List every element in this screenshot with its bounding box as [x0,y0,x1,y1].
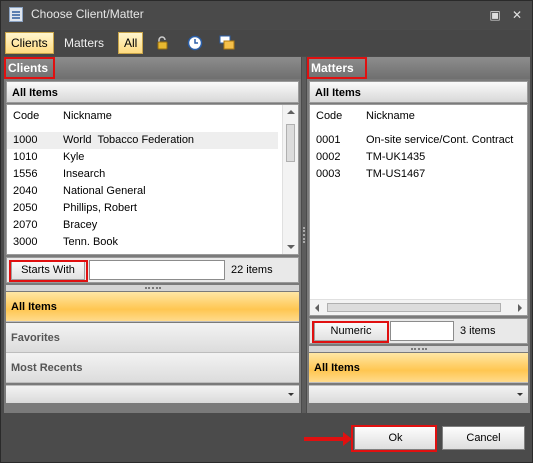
matters-list[interactable]: Code Nickname 0001 On-site service/Cont.… [309,104,528,316]
table-row[interactable]: 2070 Bracey [7,217,278,234]
table-row[interactable]: 1000 World Tobacco Federation [7,132,278,149]
document-list-icon [9,7,23,22]
matter-nickname: TM-UK1435 [366,151,426,163]
matters-horizontal-splitter[interactable] [309,346,528,352]
clients-nav-most-recents[interactable]: Most Recents [6,353,299,383]
matter-nickname: TM-US1467 [366,168,426,180]
client-code: 1556 [13,168,38,180]
ok-button-highlight [351,425,437,452]
clients-item-count: 22 items [231,264,273,276]
matter-code: 0001 [316,134,341,146]
client-code: 1000 [13,134,38,146]
table-row[interactable]: 3000 Tenn. Book [7,234,278,251]
nickname-column-header[interactable]: Nickname [63,110,112,122]
arrow-pointer-icon [304,432,352,446]
clients-header-highlight [4,57,55,79]
choose-client-matter-dialog: Choose Client/Matter ▣ ✕ Clients Matters… [0,0,533,463]
dialog-footer: Ok Cancel [3,415,530,461]
scroll-down-icon[interactable] [287,245,295,249]
client-nickname: National General [63,185,146,197]
all-toggle-button[interactable]: All [118,32,144,54]
clients-toggle-button[interactable]: Clients [5,32,54,54]
code-column-header[interactable]: Code [316,110,342,122]
scroll-up-icon[interactable] [287,110,295,114]
numeric-highlight [312,321,389,343]
panels-vertical-splitter[interactable] [302,57,306,413]
scroll-thumb[interactable] [327,303,501,312]
clients-nav-favorites[interactable]: Favorites [6,323,299,353]
clients-panel: Clients All Items Code Nickname 1000 Wor… [4,57,301,413]
clients-vertical-scrollbar[interactable] [282,105,298,254]
clients-horizontal-splitter[interactable] [6,285,299,291]
client-nickname: Phillips, Robert [63,202,137,214]
matters-header-highlight [307,57,367,79]
code-column-header[interactable]: Code [13,110,39,122]
matter-nickname: On-site service/Cont. Contract [366,134,514,146]
client-code: 2050 [13,202,38,214]
table-row[interactable]: 0001 On-site service/Cont. Contract [310,132,527,149]
matters-nav-footer[interactable] [309,385,528,403]
client-nickname: World Tobacco Federation [63,134,195,146]
matters-section-header: All Items [309,81,528,103]
table-row[interactable]: 1010 Kyle [7,149,278,166]
table-row[interactable]: 0003 TM-US1467 [310,166,527,183]
clients-nav-footer[interactable] [6,385,299,403]
client-code: 1010 [13,151,38,163]
matters-nav-all-items[interactable]: All Items [309,353,528,383]
client-nickname: Tenn. Book [63,236,119,248]
clients-column-header: Code Nickname [7,105,282,127]
matter-code: 0002 [316,151,341,163]
client-code: 3000 [13,236,38,248]
client-nickname: Insearch [63,168,106,180]
client-code: 2040 [13,185,38,197]
matters-horizontal-scrollbar[interactable] [310,299,527,315]
matters-panel: Matters All Items Code Nickname 0001 On-… [307,57,530,413]
clients-filter-input[interactable] [89,260,225,280]
window-title: Choose Client/Matter [31,7,144,21]
matters-item-count: 3 items [460,325,496,337]
matters-filter-input[interactable] [390,321,454,341]
client-nickname: Bracey [63,219,98,231]
matters-column-header: Code Nickname [310,105,527,127]
table-row[interactable]: 0002 TM-UK1435 [310,149,527,166]
scroll-thumb[interactable] [286,124,295,162]
table-row[interactable]: 1556 Insearch [7,166,278,183]
scroll-left-icon[interactable] [315,304,319,312]
matters-toggle-button[interactable]: Matters [58,32,110,54]
toolbar: Clients Matters All [3,30,530,56]
matter-code: 0003 [316,168,341,180]
table-row[interactable]: 2050 Phillips, Robert [7,200,278,217]
clients-nav-all-items[interactable]: All Items [6,292,299,322]
maximize-icon[interactable]: ▣ [487,7,503,23]
stacked-windows-icon[interactable] [219,35,235,51]
starts-with-highlight [9,260,88,282]
client-code: 2070 [13,219,38,231]
chevron-down-icon[interactable] [517,393,523,396]
clients-section-header: All Items [6,81,299,103]
title-bar: Choose Client/Matter ▣ ✕ [1,1,532,29]
chevron-down-icon[interactable] [288,393,294,396]
close-icon[interactable]: ✕ [509,7,525,23]
clock-icon[interactable] [187,35,203,51]
clients-list[interactable]: Code Nickname 1000 World Tobacco Federat… [6,104,299,255]
nickname-column-header[interactable]: Nickname [366,110,415,122]
scroll-right-icon[interactable] [518,304,522,312]
table-row[interactable]: 2040 National General [7,183,278,200]
cancel-button[interactable]: Cancel [442,426,525,450]
padlock-icon[interactable] [155,35,171,51]
client-nickname: Kyle [63,151,85,163]
